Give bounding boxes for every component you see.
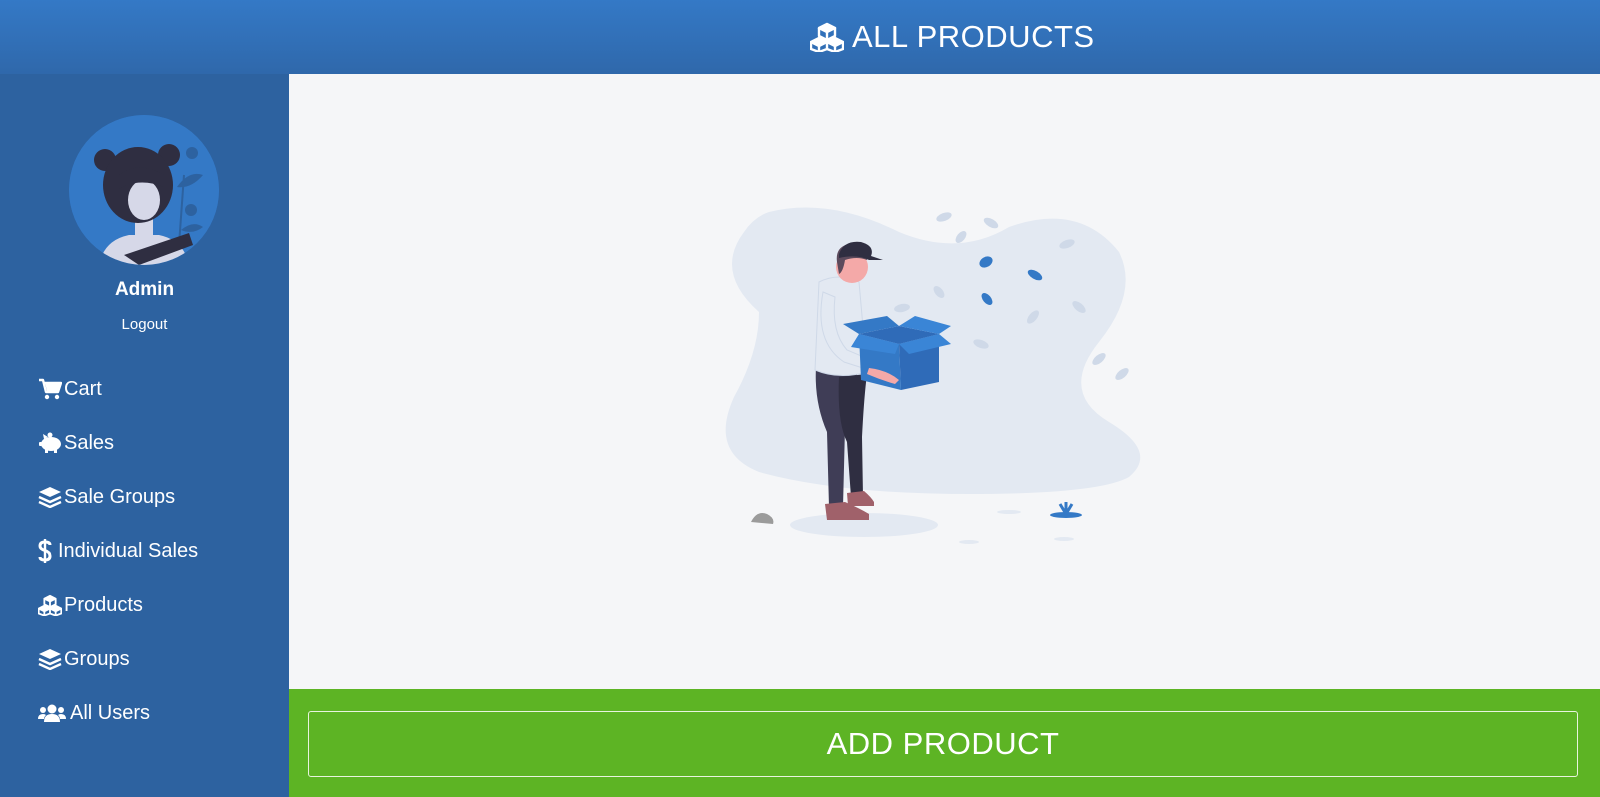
footer-action-bar: ADD PRODUCT [289, 689, 1600, 797]
sidebar-item-cart[interactable]: Cart [38, 362, 278, 416]
sidebar-item-individual-sales[interactable]: Individual Sales [38, 524, 278, 578]
dollar-sign-icon [38, 539, 58, 563]
user-name: Admin [114, 279, 175, 300]
sidebar-item-label: Groups [64, 647, 130, 670]
top-header-bar: ALL PRODUCTS [0, 0, 1600, 74]
sidebar-nav: Cart Sales Sale Groups Individual Sales … [38, 362, 278, 740]
users-icon [38, 703, 70, 723]
sidebar-item-label: Sales [64, 431, 115, 454]
sidebar-item-label: Individual Sales [58, 539, 199, 562]
sidebar-item-label: Products [64, 593, 143, 616]
sidebar-item-all-users[interactable]: All Users [38, 686, 278, 740]
sidebar-item-label: Cart [64, 377, 102, 400]
shopping-cart-icon [38, 378, 64, 400]
sidebar-item-groups[interactable]: Groups [38, 632, 278, 686]
main-content [289, 74, 1600, 689]
sidebar-item-products[interactable]: Products [38, 578, 278, 632]
sidebar-item-label: All Users [70, 701, 151, 724]
logout-link[interactable]: Logout [0, 316, 289, 333]
cubes-icon [38, 594, 64, 616]
cubes-icon [810, 22, 844, 52]
person-holding-box-illustration [719, 202, 1159, 562]
sidebar-item-sale-groups[interactable]: Sale Groups [38, 470, 278, 524]
piggy-bank-icon [38, 432, 64, 454]
layer-group-icon [38, 648, 64, 670]
add-product-button[interactable]: ADD PRODUCT [308, 711, 1578, 777]
sidebar-item-label: Sale Groups [64, 485, 176, 508]
page-title: ALL PRODUCTS [852, 19, 1095, 54]
page-title-group: ALL PRODUCTS [810, 0, 1095, 74]
layer-group-icon [38, 486, 64, 508]
sidebar: Admin Logout Cart Sales Sale Groups Indi… [0, 74, 289, 797]
sidebar-item-sales[interactable]: Sales [38, 416, 278, 470]
user-avatar [69, 115, 219, 265]
